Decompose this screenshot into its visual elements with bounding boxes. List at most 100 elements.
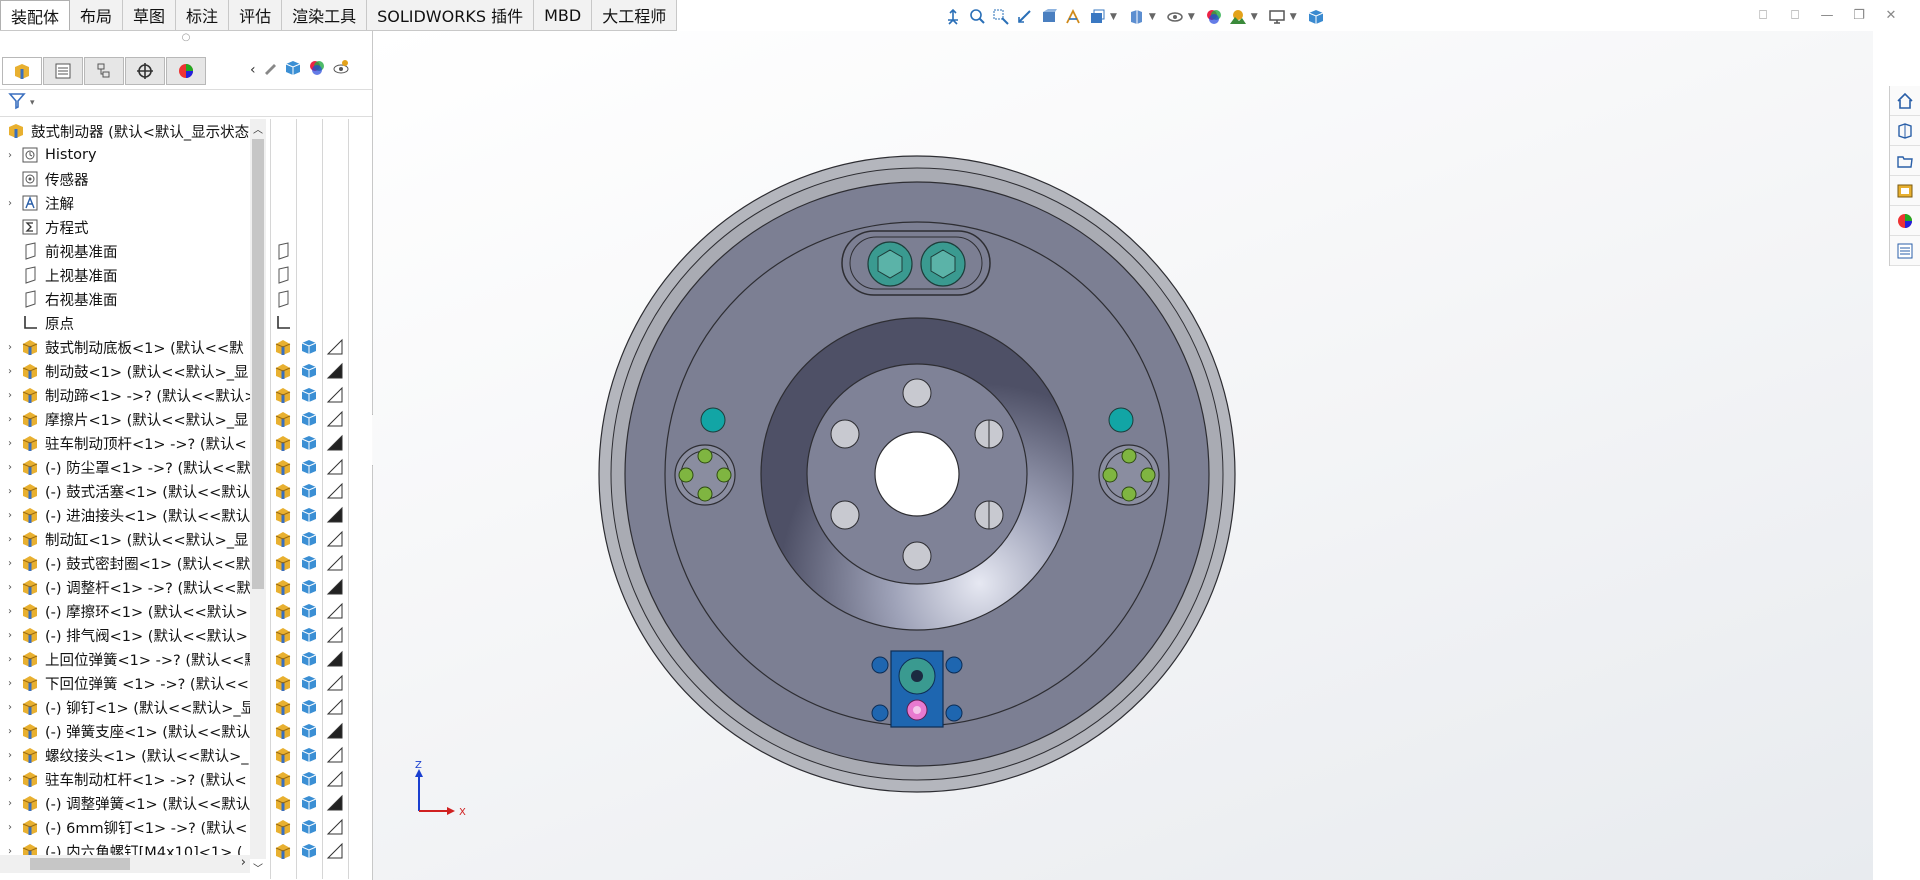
chevron-down-icon[interactable]: ﹀ (253, 860, 263, 875)
plane-icon[interactable] (273, 241, 293, 261)
appearance-wedge-icon[interactable] (325, 433, 345, 453)
tree-item[interactable]: › 上回位弹簧<1> ->? (默认<<默 (0, 647, 270, 671)
part-icon[interactable] (273, 577, 293, 597)
scroll-thumb[interactable] (252, 139, 264, 589)
tab-assembly[interactable]: 装配体 (0, 0, 71, 30)
part-icon[interactable] (273, 385, 293, 405)
display-state-cube-icon[interactable] (299, 361, 319, 381)
configurationmanager-tab-icon[interactable] (84, 57, 124, 85)
part-icon[interactable] (273, 841, 293, 861)
appearance-wedge-icon[interactable] (325, 769, 345, 789)
tree-item[interactable]: › History (0, 143, 270, 167)
expand-arrow-icon[interactable]: › (0, 438, 20, 449)
expand-arrow-icon[interactable]: › (0, 534, 20, 545)
part-icon[interactable] (273, 481, 293, 501)
part-icon[interactable] (273, 361, 293, 381)
display-state-cube-icon[interactable] (299, 385, 319, 405)
display-state-cube-icon[interactable] (299, 577, 319, 597)
part-icon[interactable] (273, 817, 293, 837)
tree-item[interactable]: › (-) 进油接头<1> (默认<<默认 (0, 503, 270, 527)
part-icon[interactable] (273, 457, 293, 477)
chevron-down-icon[interactable]: ▾ (30, 98, 35, 108)
part-icon[interactable] (273, 649, 293, 669)
appearance-wedge-icon[interactable] (325, 601, 345, 621)
tree-item[interactable]: › 制动缸<1> (默认<<默认>_显 (0, 527, 270, 551)
display-state-cube-icon[interactable] (299, 649, 319, 669)
tree-vertical-scrollbar[interactable]: ︿ ﹀ (250, 119, 266, 875)
expand-arrow-icon[interactable]: › (0, 606, 20, 617)
minimize-icon[interactable]: — (1818, 6, 1836, 24)
tree-item[interactable]: › 下回位弹簧 <1> ->? (默认<< (0, 671, 270, 695)
appearance-wedge-icon[interactable] (325, 505, 345, 525)
previous-view-icon[interactable] (1014, 6, 1036, 28)
tree-item[interactable]: › (-) 鼓式活塞<1> (默认<<默认 (0, 479, 270, 503)
chevron-down-icon[interactable]: ▼ (1188, 12, 1195, 22)
chevron-down-icon[interactable]: ▼ (1149, 12, 1156, 22)
tree-item[interactable]: › (-) 防尘罩<1> ->? (默认<<默 (0, 455, 270, 479)
appearance-wedge-icon[interactable] (325, 721, 345, 741)
appearance-wedge-icon[interactable] (325, 481, 345, 501)
display-state-cube-icon[interactable] (299, 721, 319, 741)
tree-item[interactable]: 右视基准面 (0, 287, 270, 311)
part-icon[interactable] (273, 697, 293, 717)
tree-item[interactable]: 方程式 (0, 215, 270, 239)
tree-item[interactable]: › 驻车制动杠杆<1> ->? (默认< (0, 767, 270, 791)
graphics-area[interactable]: Z X (373, 31, 1873, 880)
dimxpert-tab-icon[interactable] (125, 57, 165, 85)
appearance-wedge-icon[interactable] (325, 361, 345, 381)
brake-drum-model[interactable] (373, 31, 1873, 880)
display-state-cube-icon[interactable] (299, 529, 319, 549)
display-state-cube-icon[interactable] (299, 673, 319, 693)
tree-item[interactable]: › 螺纹接头<1> (默认<<默认>_ (0, 743, 270, 767)
part-icon[interactable] (273, 625, 293, 645)
appearance-wedge-icon[interactable] (325, 817, 345, 837)
part-icon[interactable] (273, 793, 293, 813)
appearance-wedge-icon[interactable] (325, 649, 345, 669)
tree-item[interactable]: › (-) 铆钉<1> (默认<<默认>_显 (0, 695, 270, 719)
display-state-cube-icon[interactable] (299, 601, 319, 621)
display-state-cube-icon[interactable] (299, 769, 319, 789)
expand-arrow-icon[interactable]: › (0, 582, 20, 593)
tile-right-icon[interactable]: ⎕ (1786, 6, 1804, 24)
chevron-down-icon[interactable]: ▼ (1251, 12, 1258, 22)
cube-icon[interactable] (284, 59, 302, 81)
tab-markup[interactable]: 标注 (176, 0, 230, 30)
plane-icon[interactable] (273, 265, 293, 285)
display-state-cube-icon[interactable] (299, 337, 319, 357)
expand-arrow-icon[interactable]: › (0, 798, 20, 809)
display-cube-icon[interactable] (1305, 6, 1327, 28)
zoom-to-fit-icon[interactable] (966, 6, 988, 28)
panel-grip[interactable]: ○ (0, 31, 372, 43)
design-library-icon[interactable] (1890, 116, 1920, 146)
part-icon[interactable] (273, 409, 293, 429)
file-explorer-icon[interactable] (1890, 146, 1920, 176)
chevron-up-icon[interactable]: ︿ (253, 121, 263, 136)
part-icon[interactable] (273, 769, 293, 789)
tab-sketch[interactable]: 草图 (123, 0, 177, 30)
tab-render-tools[interactable]: 渲染工具 (282, 0, 368, 30)
display-state-cube-icon[interactable] (299, 553, 319, 573)
display-state-cube-icon[interactable] (299, 409, 319, 429)
expand-arrow-icon[interactable]: › (0, 654, 20, 665)
featuremanager-tab-icon[interactable] (2, 57, 42, 85)
apply-scene-icon[interactable] (1227, 6, 1249, 28)
display-state-cube-icon[interactable] (299, 817, 319, 837)
appearance-wedge-icon[interactable] (325, 625, 345, 645)
tab-evaluate[interactable]: 评估 (229, 0, 283, 30)
section-view-icon[interactable] (1038, 6, 1060, 28)
appearances-icon[interactable] (1890, 206, 1920, 236)
view-palette-icon[interactable] (1890, 176, 1920, 206)
tree-item[interactable]: › (-) 6mm铆钉<1> ->? (默认< (0, 815, 270, 839)
expand-arrow-icon[interactable]: › (0, 150, 20, 161)
dynamic-annotation-icon[interactable] (1062, 6, 1084, 28)
part-icon[interactable] (273, 433, 293, 453)
appearance-wedge-icon[interactable] (325, 841, 345, 861)
tree-item[interactable]: › (-) 排气阀<1> (默认<<默认> (0, 623, 270, 647)
eye-icon[interactable] (1164, 6, 1186, 28)
chevron-down-icon[interactable]: ▼ (1110, 12, 1117, 22)
appearance-wedge-icon[interactable] (325, 409, 345, 429)
tree-item[interactable]: › (-) 调整杆<1> ->? (默认<<默 (0, 575, 270, 599)
tree-horizontal-scrollbar[interactable]: › (0, 855, 250, 873)
tree-item[interactable]: › 制动鼓<1> (默认<<默认>_显 (0, 359, 270, 383)
display-state-cube-icon[interactable] (299, 505, 319, 525)
